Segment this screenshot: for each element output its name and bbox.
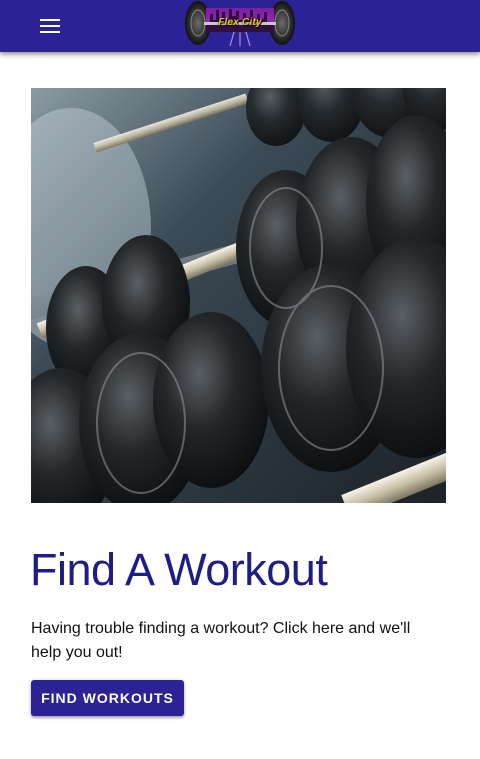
page-title: Find A Workout <box>30 544 328 595</box>
hamburger-menu-icon <box>40 19 60 33</box>
hero-image <box>31 88 446 503</box>
find-workouts-button[interactable]: FIND WORKOUTS <box>31 680 184 716</box>
dumbbell-rack-photo <box>31 88 446 503</box>
logo-text: Flex City <box>218 17 262 28</box>
app-bar: Flex City <box>0 0 480 52</box>
flex-city-logo[interactable]: Flex City <box>184 0 296 48</box>
menu-button[interactable] <box>34 14 66 38</box>
description-text: Having trouble finding a workout? Click … <box>31 620 411 661</box>
